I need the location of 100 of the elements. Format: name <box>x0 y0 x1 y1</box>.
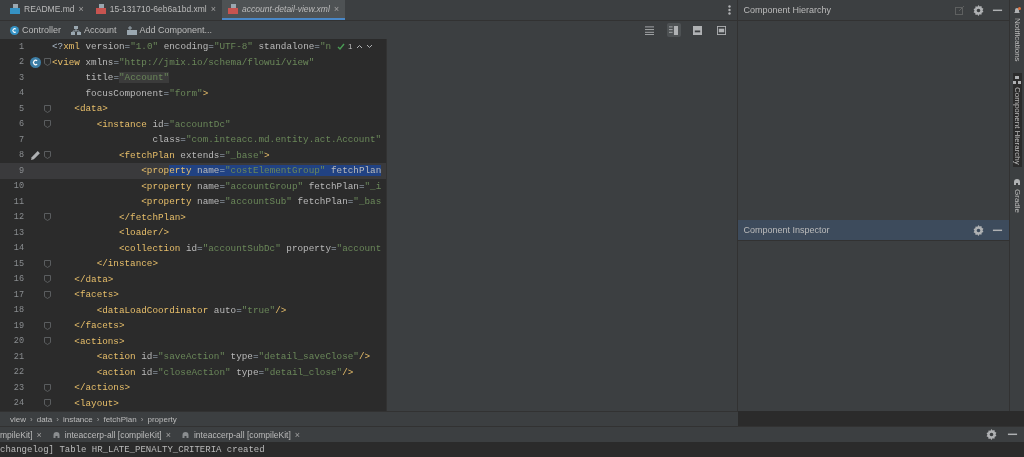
code-line: <property name="accountGroup" fetchPlan="_i <box>140 180 382 192</box>
toolbar-button[interactable]: Controller <box>10 25 61 35</box>
fold-icon[interactable] <box>43 399 51 408</box>
fold-icon[interactable] <box>43 58 51 67</box>
pencil-icon[interactable] <box>29 149 41 161</box>
code-line: </fetchPlan> <box>117 211 186 223</box>
fold-icon[interactable] <box>43 213 51 222</box>
tool-window-tab[interactable]: Component Hierarchy <box>1012 72 1022 168</box>
close-icon[interactable]: × <box>294 429 301 440</box>
more-icon[interactable] <box>727 5 731 15</box>
fold-icon[interactable] <box>43 337 51 346</box>
chevron-icon: › <box>30 414 33 424</box>
line-number: 5 <box>17 103 24 114</box>
code-line: <?xml version="1.0" encoding="UTF-8" standalone="n <box>52 41 332 53</box>
fold-icon[interactable] <box>43 104 51 113</box>
tool-window-tab[interactable]: Gradle <box>1012 175 1022 217</box>
code-line: class="com.inteacc.md.entity.act.Account" <box>151 134 382 146</box>
code-line: </instance> <box>95 258 158 270</box>
panel-title: Component Inspector <box>743 225 831 236</box>
tool-window-tab[interactable]: Notifications <box>1012 4 1022 65</box>
line-number: 21 <box>12 351 24 362</box>
breadcrumb[interactable]: fetchPlan <box>103 414 137 424</box>
code-line: <fetchPlan extends="_base"> <box>117 149 270 161</box>
line-number: 4 <box>17 88 24 99</box>
line-number: 17 <box>12 289 24 300</box>
code-line: </actions> <box>73 382 131 394</box>
toolbar-button[interactable]: Add Component... <box>126 25 213 35</box>
code-line: <data> <box>73 103 108 115</box>
toolbar-button[interactable]: Account <box>71 25 117 35</box>
chevron-icon: › <box>140 414 144 424</box>
breadcrumb[interactable]: instance <box>62 414 93 424</box>
code-line: <property name="accountSub" fetchPlan="_bas <box>140 196 382 208</box>
line-number: 14 <box>12 243 24 254</box>
chevron-up-icon[interactable] <box>355 44 363 50</box>
line-number: 8 <box>17 150 24 161</box>
run-tab[interactable]: inteaccerp-all [compileKit] × <box>51 429 171 440</box>
close-icon[interactable]: × <box>78 4 84 14</box>
code-line: <collection id="accountSubDc" property="account <box>117 242 382 254</box>
run-tab[interactable]: inteaccerp-all [compileKit] × <box>181 429 301 440</box>
line-number: 18 <box>12 305 24 316</box>
chevron-down-icon[interactable] <box>365 44 373 50</box>
preview-view-icon <box>693 25 703 35</box>
fold-icon[interactable] <box>43 383 51 392</box>
markdown-file-icon <box>10 4 20 14</box>
code-line: <instance id="accountDc" <box>95 118 231 130</box>
settings-icon[interactable] <box>986 429 997 441</box>
close-icon[interactable]: × <box>36 429 42 440</box>
code-line: </data> <box>73 273 114 285</box>
breadcrumb[interactable]: data <box>36 414 53 424</box>
fold-icon[interactable] <box>43 321 51 330</box>
code-line: <loader/> <box>117 227 170 239</box>
line-number: 11 <box>12 196 24 207</box>
line-number: 6 <box>17 119 24 130</box>
fold-icon[interactable] <box>43 120 51 129</box>
breadcrumb[interactable]: view <box>10 414 26 424</box>
line-number: 12 <box>12 212 24 223</box>
code-line: <facets> <box>73 289 119 301</box>
editor-tab[interactable]: 15-131710-6eb6a1bd.xml × <box>89 0 222 20</box>
line-number: 10 <box>12 181 24 192</box>
close-icon[interactable]: × <box>165 429 171 440</box>
text-view-icon <box>645 25 655 35</box>
xml-file-icon <box>227 4 238 14</box>
class-icon[interactable] <box>29 56 41 68</box>
fold-icon[interactable] <box>43 275 51 284</box>
line-number: 23 <box>12 382 24 393</box>
editor-tab[interactable]: account-detail-view.xml × <box>221 0 346 20</box>
fold-icon[interactable] <box>43 290 51 299</box>
bell-icon <box>1013 7 1021 15</box>
run-tab[interactable]: mpileKit] × <box>0 429 42 440</box>
code-line: <view xmlns="http://jmix.io/schema/flowui/view" <box>52 56 315 68</box>
panel-title: Component Hierarchy <box>743 5 833 15</box>
line-number: 9 <box>17 165 24 176</box>
settings-icon[interactable] <box>973 4 985 16</box>
fold-icon[interactable] <box>43 259 51 268</box>
view-mode-button[interactable] <box>642 23 657 37</box>
split-view-icon <box>669 25 679 35</box>
line-number: 19 <box>12 320 24 331</box>
line-number: 22 <box>12 367 24 378</box>
close-icon[interactable]: × <box>333 4 340 14</box>
fold-icon[interactable] <box>43 151 51 160</box>
code-line: </facets> <box>73 320 125 332</box>
editor-tab[interactable]: README.md × <box>4 0 90 20</box>
line-number: 7 <box>17 134 24 145</box>
close-icon[interactable]: × <box>210 4 216 14</box>
code-line: <layout> <box>73 397 119 409</box>
code-line: <actions> <box>73 335 125 347</box>
breadcrumb[interactable]: property <box>147 414 177 424</box>
add-component-icon <box>126 25 137 35</box>
check-icon[interactable] <box>337 42 346 51</box>
code-line: <action id="closeAction" type="detail_close"/> <box>95 366 354 378</box>
view-mode-button[interactable] <box>666 23 681 37</box>
settings-icon[interactable] <box>973 224 985 236</box>
chevron-icon: › <box>96 414 100 424</box>
line-number: 20 <box>12 336 24 347</box>
line-number: 3 <box>17 72 24 83</box>
code-line: <property name="costElementGroup" fetchPlan <box>140 165 382 177</box>
hierarchy-icon <box>1013 75 1021 84</box>
view-mode-button[interactable] <box>690 23 705 37</box>
view-mode-button[interactable] <box>714 23 729 37</box>
code-line: focusComponent="form"> <box>84 87 209 99</box>
